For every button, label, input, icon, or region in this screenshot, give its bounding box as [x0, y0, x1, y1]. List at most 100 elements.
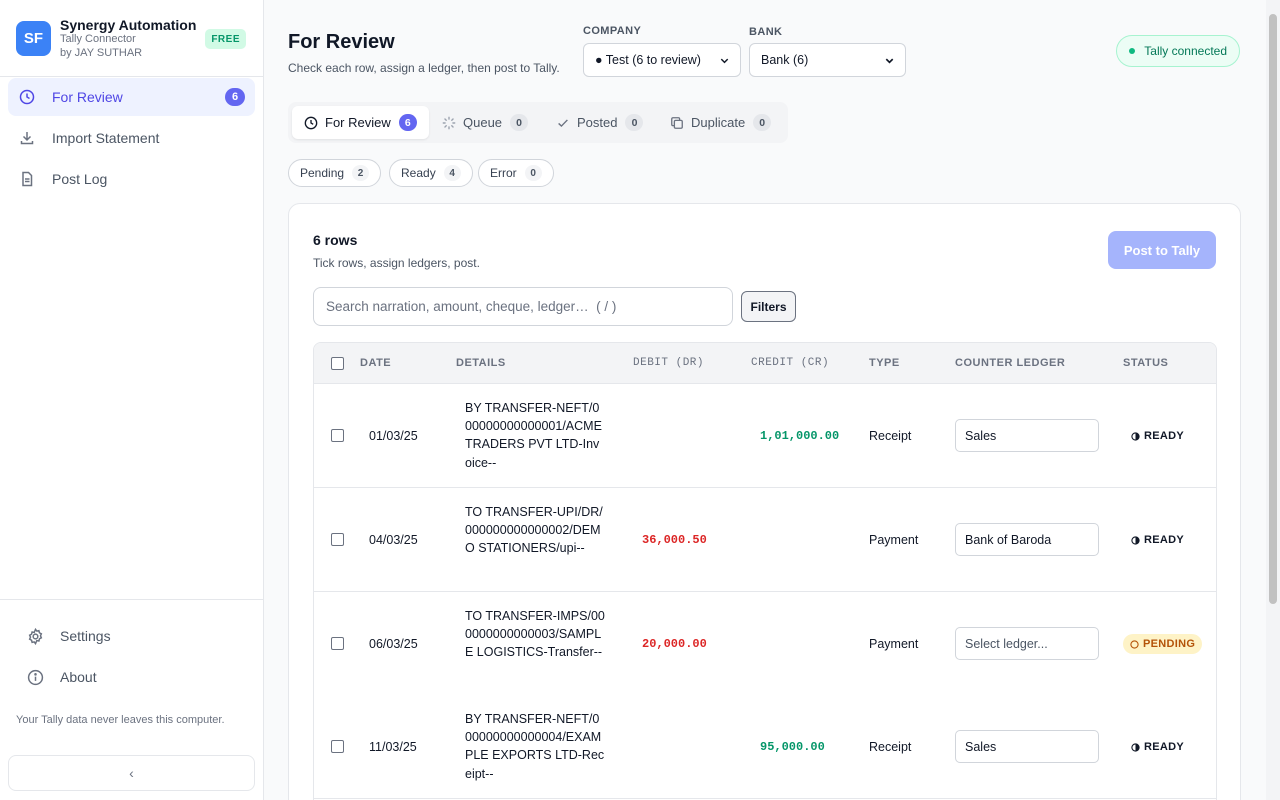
status-badge: PENDING: [1123, 634, 1203, 654]
row-credit: 1,01,000.00: [760, 429, 840, 443]
clock-icon: [304, 116, 318, 130]
column-header-status: STATUS: [1123, 357, 1169, 369]
scrollbar-thumb[interactable]: [1269, 14, 1277, 604]
app-subtitle: Tally Connector: [60, 33, 136, 45]
chip-count: 2: [352, 165, 370, 181]
counter-ledger-input[interactable]: Sales: [955, 730, 1099, 763]
sidebar-item-label: Import Statement: [52, 130, 160, 146]
row-checkbox[interactable]: [331, 740, 344, 753]
status-dot-icon: [1129, 48, 1136, 54]
half-circle-icon: [1131, 431, 1140, 441]
tab-count-badge: 0: [510, 114, 529, 131]
filters-button[interactable]: Filters: [741, 291, 796, 322]
company-select[interactable]: ● Test (6 to review): [583, 43, 741, 77]
page-scrollbar[interactable]: [1266, 0, 1280, 800]
sidebar-item-label: About: [60, 669, 97, 685]
sidebar-divider: [0, 76, 263, 77]
tab-posted[interactable]: Posted 0: [544, 106, 655, 139]
chip-label: Ready: [401, 166, 436, 180]
tally-connection-status: Tally connected: [1116, 35, 1240, 67]
table-row: 06/03/25 TO TRANSFER-IMPS/00000000000000…: [314, 592, 1216, 696]
column-header-type: TYPE: [869, 357, 900, 369]
sidebar-item-import-statement[interactable]: Import Statement: [8, 119, 255, 157]
app-logo: SF: [16, 21, 51, 56]
copy-icon: [670, 116, 684, 130]
row-type: Payment: [869, 637, 919, 651]
sidebar-item-post-log[interactable]: Post Log: [8, 160, 255, 198]
row-debit: 36,000.50: [642, 533, 707, 547]
sidebar-item-about[interactable]: About: [16, 658, 255, 696]
bank-select-value: Bank (6): [761, 53, 809, 67]
empty-circle-icon: [1130, 639, 1139, 649]
row-details: BY TRANSFER-NEFT/000000000000001/ACME TR…: [465, 401, 602, 470]
chip-count: 0: [524, 165, 542, 181]
table-row: 11/03/25 BY TRANSFER-NEFT/00000000000000…: [314, 695, 1216, 799]
bank-label: BANK: [749, 26, 783, 38]
transactions-card: 6 rows Tick rows, assign ledgers, post. …: [288, 203, 1241, 800]
status-label: PENDING: [1143, 638, 1196, 650]
row-date: 01/03/25: [369, 429, 418, 443]
sidebar-item-label: For Review: [52, 89, 123, 105]
tab-count-badge: 0: [753, 114, 772, 131]
rows-subtitle: Tick rows, assign ledgers, post.: [313, 256, 480, 270]
row-checkbox[interactable]: [331, 533, 344, 546]
sidebar-item-label: Settings: [60, 628, 111, 644]
chip-count: 4: [443, 165, 461, 181]
ledger-value: Sales: [965, 739, 997, 754]
tab-label: Duplicate: [691, 115, 746, 130]
tab-queue[interactable]: Queue 0: [430, 106, 540, 139]
table-row: 04/03/25 TO TRANSFER-UPI/DR/000000000000…: [314, 488, 1216, 592]
row-checkbox[interactable]: [331, 429, 344, 442]
counter-ledger-input[interactable]: Bank of Baroda: [955, 523, 1099, 556]
check-icon: [556, 116, 570, 130]
column-header-date: DATE: [360, 357, 392, 369]
chip-label: Error: [490, 166, 517, 180]
bank-select[interactable]: Bank (6): [749, 43, 906, 77]
ledger-placeholder: Select ledger...: [965, 636, 1048, 651]
filter-chip-ready[interactable]: Ready 4: [389, 159, 473, 187]
counter-ledger-input[interactable]: Sales: [955, 419, 1099, 452]
status-badge: READY: [1131, 426, 1184, 446]
filter-chip-error[interactable]: Error 0: [478, 159, 554, 187]
search-input[interactable]: [313, 287, 733, 326]
page-subtitle: Check each row, assign a ledger, then po…: [288, 61, 560, 75]
column-header-details: DETAILS: [456, 357, 506, 369]
gear-icon: [26, 627, 44, 645]
main-content: For Review Check each row, assign a ledg…: [264, 0, 1266, 800]
row-details: TO TRANSFER-IMPS/000000000000003/SAMPLE …: [465, 609, 605, 660]
info-icon: [26, 668, 44, 686]
table-header: DATE DETAILS DEBIT (DR) CREDIT (CR) TYPE…: [314, 343, 1216, 384]
row-details: TO TRANSFER-UPI/DR/000000000000002/DEMO …: [465, 505, 603, 556]
tab-duplicate[interactable]: Duplicate 0: [658, 106, 783, 139]
review-count-badge: 6: [225, 88, 245, 106]
privacy-note: Your Tally data never leaves this comput…: [16, 714, 225, 726]
tab-for-review[interactable]: For Review 6: [292, 106, 429, 139]
row-checkbox[interactable]: [331, 637, 344, 650]
column-header-credit: CREDIT (CR): [751, 357, 830, 369]
chevron-down-icon: [884, 55, 895, 69]
ledger-value: Bank of Baroda: [965, 532, 1052, 547]
row-debit: 20,000.00: [642, 637, 707, 651]
row-type: Payment: [869, 533, 919, 547]
counter-ledger-input[interactable]: Select ledger...: [955, 627, 1099, 660]
row-date: 06/03/25: [369, 637, 418, 651]
spinner-icon: [442, 116, 456, 130]
ledger-value: Sales: [965, 428, 997, 443]
sidebar-item-settings[interactable]: Settings: [16, 617, 255, 655]
column-header-debit: DEBIT (DR): [633, 357, 705, 369]
sidebar-divider: [0, 599, 263, 600]
sidebar-item-for-review[interactable]: For Review 6: [8, 78, 255, 116]
page-title: For Review: [288, 31, 395, 53]
chevron-left-icon: ‹: [129, 765, 134, 781]
row-date: 11/03/25: [369, 740, 417, 754]
rows-count-title: 6 rows: [313, 232, 358, 248]
select-all-checkbox[interactable]: [331, 357, 344, 370]
tab-label: Queue: [463, 115, 503, 130]
post-to-tally-button[interactable]: Post to Tally: [1108, 231, 1216, 269]
collapse-sidebar-button[interactable]: ‹: [8, 755, 255, 791]
status-label: READY: [1144, 741, 1185, 753]
filter-chip-pending[interactable]: Pending 2: [288, 159, 382, 187]
status-label: READY: [1144, 534, 1185, 546]
half-circle-icon: [1131, 535, 1140, 545]
row-credit: 95,000.00: [760, 740, 825, 754]
